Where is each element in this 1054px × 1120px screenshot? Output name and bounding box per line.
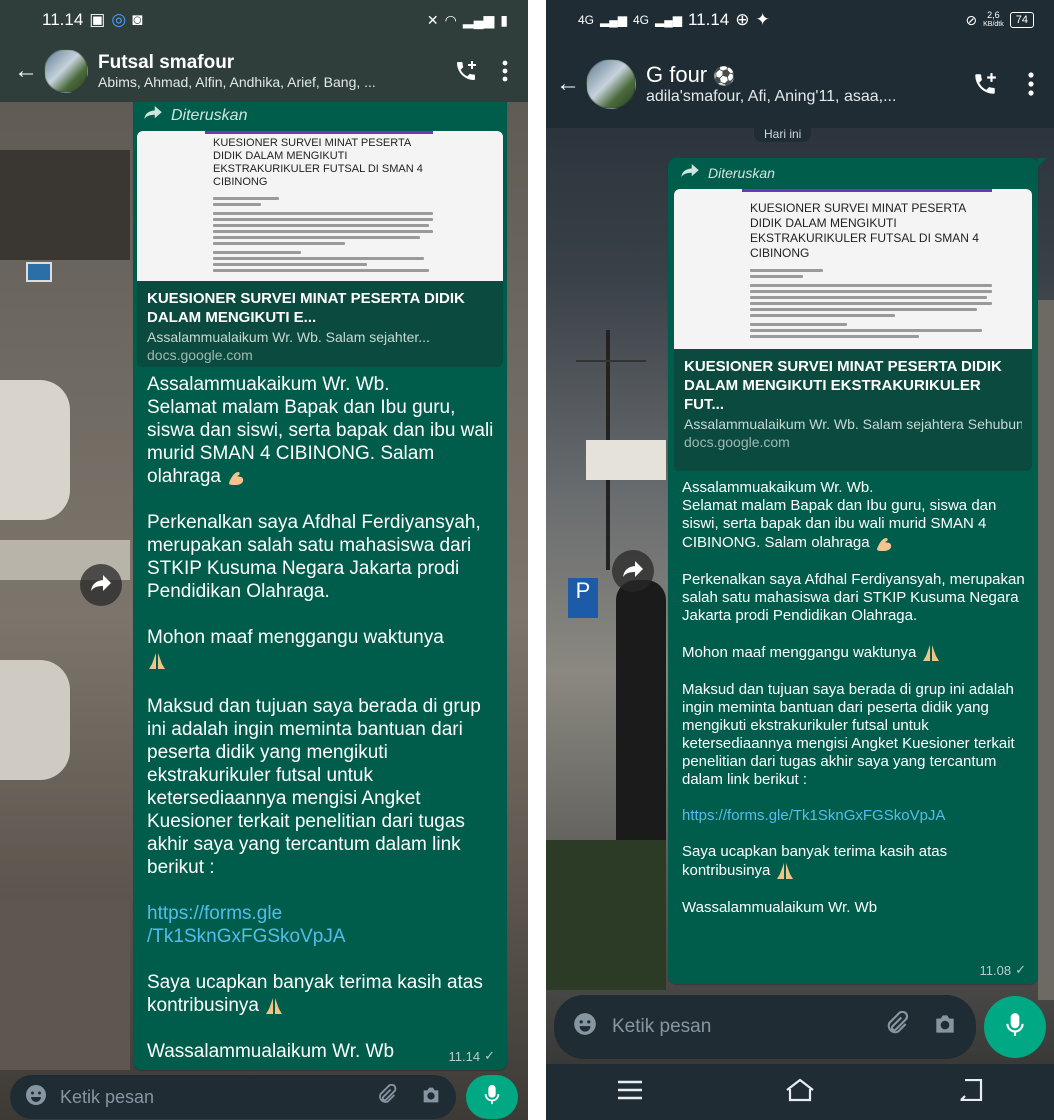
more-vertical-icon[interactable] bbox=[502, 60, 508, 82]
image-notification-icon: ▣ bbox=[89, 10, 106, 29]
flexed-biceps-icon bbox=[226, 467, 246, 487]
forward-small-icon bbox=[680, 164, 700, 181]
add-call-icon[interactable] bbox=[972, 71, 998, 97]
date-chip: Hari ini bbox=[754, 126, 812, 142]
left-phone-screenshot: 11.14 ▣ ◎ ◙ ✕ ◠ ▂▄▆ ▮ ← Futsal smafour A… bbox=[0, 0, 528, 1120]
sent-check-icon: ✓ bbox=[1015, 962, 1026, 977]
forward-message-button[interactable] bbox=[80, 564, 122, 606]
flexed-biceps-icon bbox=[874, 533, 894, 553]
chat-header: ← Futsal smafour Abims, Ahmad, Alfin, An… bbox=[0, 40, 528, 102]
message-placeholder: Ketik pesan bbox=[612, 1016, 712, 1037]
link-preview-domain: docs.google.com bbox=[684, 434, 790, 450]
folded-hands-icon bbox=[775, 861, 795, 881]
status-bar: 11.14 ▣ ◎ ◙ ✕ ◠ ▂▄▆ ▮ bbox=[0, 0, 528, 40]
back-arrow-icon[interactable]: ← bbox=[14, 57, 40, 85]
mute-icon: ⊘ bbox=[965, 11, 978, 28]
attach-icon[interactable] bbox=[376, 1083, 398, 1111]
message-text: Assalammuakaikum Wr. Wb. Selamat malam B… bbox=[147, 374, 494, 1062]
twitter-notification-icon: ✦ bbox=[755, 10, 770, 29]
menu-icon[interactable] bbox=[617, 1080, 643, 1105]
chat-title-area[interactable]: G four ⚽ adila'smafour, Afi, Aning'11, a… bbox=[646, 62, 972, 106]
network-sim2-label: 4G bbox=[632, 13, 649, 27]
emoji-icon[interactable] bbox=[572, 1011, 598, 1043]
back-arrow-icon[interactable]: ← bbox=[556, 70, 582, 98]
system-navigation-bar bbox=[546, 1064, 1054, 1120]
link-preview-card[interactable]: KUESIONER SURVEI MINAT PESERTA DIDIK DAL… bbox=[137, 131, 503, 367]
app-notification-icon: ⊕ bbox=[735, 10, 750, 29]
add-call-icon[interactable] bbox=[454, 59, 478, 83]
forward-small-icon bbox=[143, 106, 163, 125]
more-vertical-icon[interactable] bbox=[1028, 72, 1034, 96]
forwarded-message-bubble[interactable]: Diteruskan KUESIONER SURVEI MINAT PESERT… bbox=[668, 158, 1047, 984]
message-placeholder: Ketik pesan bbox=[60, 1086, 155, 1107]
mic-icon bbox=[1005, 1012, 1025, 1043]
emoji-icon[interactable] bbox=[24, 1083, 48, 1112]
message-input-bar: Ketik pesan bbox=[10, 1075, 518, 1119]
link-preview-card[interactable]: KUESIONER SURVEI MINAT PESERTA DIDIK DAL… bbox=[674, 189, 1032, 471]
group-avatar[interactable] bbox=[586, 59, 636, 109]
document-heading: KUESIONER SURVEI MINAT PESERTA DIDIK DAL… bbox=[213, 137, 423, 188]
forwarded-label: Diteruskan bbox=[133, 102, 507, 129]
back-nav-icon[interactable] bbox=[957, 1078, 983, 1106]
camera-icon[interactable] bbox=[932, 1011, 958, 1043]
link-preview-description: Assalammualaikum Wr. Wb. Salam sejahtera… bbox=[684, 416, 1022, 432]
status-time: 11.14 bbox=[687, 10, 730, 29]
right-phone-screenshot: P 4G ▂▄▆ 4G ▂▄▆ 11.14 ⊕ ✦ ⊘ 2,6 KB/dtk 74… bbox=[546, 0, 1054, 1120]
status-bar: 4G ▂▄▆ 4G ▂▄▆ 11.14 ⊕ ✦ ⊘ 2,6 KB/dtk 74 bbox=[546, 0, 1054, 40]
camera-icon[interactable] bbox=[420, 1084, 442, 1111]
network-speed: 2,6 KB/dtk bbox=[983, 10, 1004, 29]
message-input-bar: Ketik pesan bbox=[554, 995, 1046, 1059]
signal-icon: ▂▄▆ bbox=[462, 11, 495, 28]
folded-hands-icon bbox=[147, 651, 167, 671]
instagram-notification-icon: ◙ bbox=[132, 10, 143, 29]
message-text: Assalammuakaikum Wr. Wb. Selamat malam B… bbox=[682, 479, 1029, 916]
soccer-ball-icon: ⚽ bbox=[713, 66, 736, 86]
forward-icon bbox=[90, 574, 112, 597]
chat-title: Futsal smafour bbox=[98, 52, 235, 73]
signal-sim2-icon: ▂▄▆ bbox=[655, 13, 682, 27]
chat-members: adila'smafour, Afi, Aning'11, asaa,... bbox=[646, 88, 897, 105]
sent-check-icon: ✓ bbox=[484, 1048, 495, 1063]
home-icon[interactable] bbox=[784, 1078, 816, 1107]
forwarded-message-bubble[interactable]: Diteruskan KUESIONER SURVEI MINAT PESERT… bbox=[133, 102, 507, 1070]
document-heading: KUESIONER SURVEI MINAT PESERTA DIDIK DAL… bbox=[750, 201, 979, 260]
mic-icon bbox=[483, 1084, 501, 1111]
network-sim1-label: 4G bbox=[578, 13, 595, 27]
forward-icon bbox=[622, 560, 644, 583]
message-input[interactable]: Ketik pesan bbox=[10, 1075, 456, 1119]
battery-icon: ▮ bbox=[500, 11, 508, 28]
battery-icon: 74 bbox=[1009, 12, 1034, 28]
group-avatar[interactable] bbox=[44, 49, 88, 93]
document-thumbnail: KUESIONER SURVEI MINAT PESERTA DIDIK DAL… bbox=[674, 189, 1032, 349]
voice-record-button[interactable] bbox=[466, 1075, 518, 1119]
app-notification-icon: ◎ bbox=[111, 10, 127, 29]
chat-title-area[interactable]: Futsal smafour Abims, Ahmad, Alfin, Andh… bbox=[98, 52, 454, 90]
form-link[interactable]: https://forms.gle /Tk1SknGxFGSkoVpJA bbox=[147, 903, 346, 947]
folded-hands-icon bbox=[264, 996, 284, 1016]
attach-icon[interactable] bbox=[884, 1010, 910, 1043]
signal-sim1-icon: ▂▄▆ bbox=[600, 13, 627, 27]
chat-members: Abims, Ahmad, Alfin, Andhika, Arief, Ban… bbox=[98, 74, 376, 90]
forward-message-button[interactable] bbox=[612, 550, 654, 592]
link-preview-title: KUESIONER SURVEI MINAT PESERTA DIDIK DAL… bbox=[147, 290, 465, 326]
status-time: 11.14 bbox=[42, 10, 84, 29]
voice-record-button[interactable] bbox=[984, 996, 1046, 1058]
message-input[interactable]: Ketik pesan bbox=[554, 995, 976, 1059]
folded-hands-icon bbox=[921, 643, 941, 663]
form-link[interactable]: https://forms.gle/Tk1SknGxFGSkoVpJA bbox=[682, 807, 945, 824]
chat-title: G four ⚽ bbox=[646, 62, 736, 87]
link-preview-description: Assalammualaikum Wr. Wb. Salam sejahter.… bbox=[147, 329, 430, 345]
message-time: 11.08 ✓ bbox=[979, 962, 1026, 978]
mute-icon: ✕ bbox=[426, 11, 439, 28]
forwarded-label: Diteruskan bbox=[668, 158, 1038, 187]
document-thumbnail: KUESIONER SURVEI MINAT PESERTA DIDIK DAL… bbox=[137, 131, 503, 281]
link-preview-title: KUESIONER SURVEI MINAT PESERTA DIDIK DAL… bbox=[684, 358, 1002, 413]
chat-header: ← G four ⚽ adila'smafour, Afi, Aning'11,… bbox=[546, 40, 1054, 128]
wifi-icon: ◠ bbox=[444, 11, 457, 28]
message-time: 11.14 ✓ bbox=[448, 1048, 495, 1064]
link-preview-domain: docs.google.com bbox=[147, 347, 253, 363]
